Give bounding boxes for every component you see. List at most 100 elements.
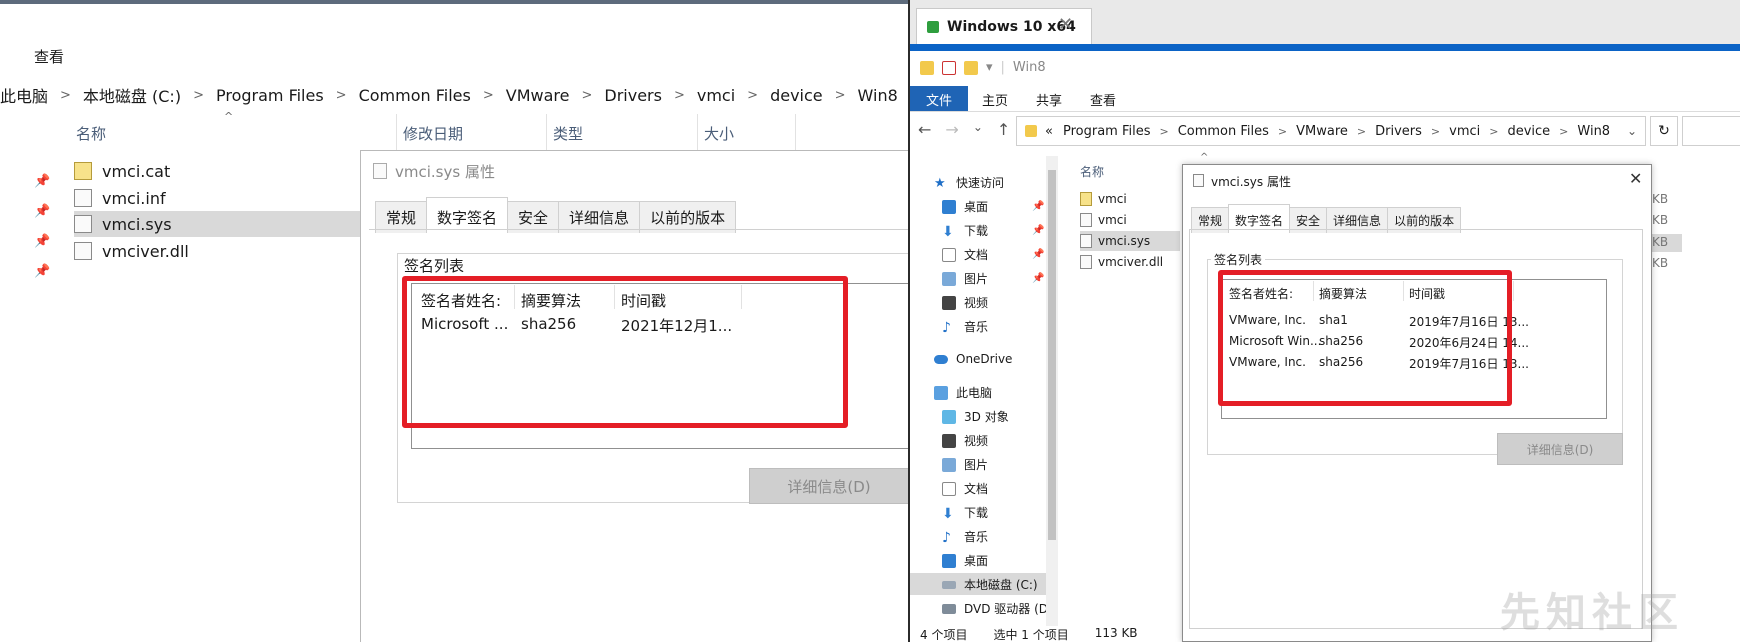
col-modified[interactable]: 修改日期 xyxy=(403,123,463,144)
pin-icon[interactable]: 📌 xyxy=(1032,273,1044,284)
crumb-win8[interactable]: Win8 xyxy=(1577,124,1610,139)
status-count: 4 个项目 xyxy=(920,628,968,642)
refresh-icon[interactable]: ↻ xyxy=(1650,116,1678,146)
crumb-drivers[interactable]: Drivers xyxy=(1375,124,1422,139)
address-prefix[interactable]: « xyxy=(1045,124,1053,139)
crumb-sep-icon: > xyxy=(1159,124,1169,138)
crumb-sep-icon: > xyxy=(834,87,846,103)
nav-pictures[interactable]: 图片 xyxy=(942,270,988,287)
system-file-icon xyxy=(1080,234,1092,248)
qat-separator: | xyxy=(1000,60,1005,75)
pin-icon[interactable]: 📌 xyxy=(34,264,50,279)
nav-label: 桌面 xyxy=(964,554,989,568)
file-row-selected[interactable]: vmci.sys xyxy=(74,211,364,237)
col-divider xyxy=(396,114,397,150)
crumb-vmci[interactable]: vmci xyxy=(697,86,735,105)
details-button[interactable]: 详细信息(D) xyxy=(1497,433,1623,465)
nav-quick-access[interactable]: ★ 快速访问 xyxy=(934,174,1004,191)
crumb-common-files[interactable]: Common Files xyxy=(1178,124,1269,139)
file-row[interactable]: vmci xyxy=(1080,210,1170,230)
pin-icon[interactable]: 📌 xyxy=(1032,225,1044,236)
crumb-sep-icon: > xyxy=(193,87,204,103)
col-size[interactable]: 大小 xyxy=(704,123,734,144)
search-input[interactable] xyxy=(1682,116,1740,146)
chevron-down-icon[interactable]: ⌄ xyxy=(1627,124,1637,138)
crumb-thispc[interactable]: 此电脑 xyxy=(0,83,48,107)
crumb-sep-icon: > xyxy=(1356,124,1367,138)
crumb-common-files[interactable]: Common Files xyxy=(359,86,471,105)
nav-label: 3D 对象 xyxy=(964,410,1009,424)
nav-downloads-pc[interactable]: ⬇ 下载 xyxy=(942,504,988,522)
nav-label: 图片 xyxy=(964,272,989,286)
nav-videos-pc[interactable]: 视频 xyxy=(942,432,988,449)
crumb-device[interactable]: device xyxy=(770,86,823,105)
folder-icon[interactable] xyxy=(920,60,934,75)
nav-local-disk[interactable]: 本地磁盘 (C:) xyxy=(942,576,1038,593)
properties-icon[interactable] xyxy=(942,60,956,75)
crumb-program-files[interactable]: Program Files xyxy=(216,86,324,105)
nav-this-pc[interactable]: 此电脑 xyxy=(934,384,992,401)
file-row[interactable]: vmci xyxy=(1080,189,1170,209)
ribbon-file[interactable]: 文件 xyxy=(910,86,969,111)
address-bar[interactable]: 此电脑 > 本地磁盘 (C:) > Program Files > Common Fi… xyxy=(0,80,908,110)
address-bar[interactable]: « Program Files > Common Files > VMware > D… xyxy=(1016,116,1646,146)
nav-dvd-drive[interactable]: DVD 驱动器 (D xyxy=(942,600,1048,617)
nav-onedrive[interactable]: OneDrive xyxy=(934,352,1012,366)
picture-icon xyxy=(942,457,956,472)
nav-label: 下载 xyxy=(964,224,989,238)
nav-documents[interactable]: 文档 xyxy=(942,246,988,263)
crumb-sep-icon: > xyxy=(1559,124,1569,138)
close-icon[interactable]: ✕ xyxy=(1629,169,1642,188)
recent-icon[interactable]: ⌄ xyxy=(973,120,983,139)
ribbon-home[interactable]: 主页 xyxy=(968,86,1022,111)
crumb-sep-icon: > xyxy=(1277,124,1288,138)
col-name[interactable]: 名称 xyxy=(76,123,106,144)
crumb-vmware[interactable]: VMware xyxy=(1296,124,1348,139)
crumb-vmware[interactable]: VMware xyxy=(506,86,570,105)
nav-documents-pc[interactable]: 文档 xyxy=(942,480,988,497)
settings-file-icon xyxy=(74,189,92,207)
file-row[interactable]: vmciver.dll xyxy=(1080,252,1170,272)
nav-music-pc[interactable]: ♪ 音乐 xyxy=(942,528,988,546)
menu-view[interactable]: 查看 xyxy=(34,46,64,67)
qat-dropdown-icon[interactable]: ▾ xyxy=(986,60,993,75)
back-icon[interactable]: ← xyxy=(918,120,931,139)
nav-downloads[interactable]: ⬇ 下载 xyxy=(942,222,989,240)
pin-icon[interactable]: 📌 xyxy=(34,174,50,189)
nav-label: 图片 xyxy=(964,458,989,472)
file-row[interactable]: vmci.inf xyxy=(74,185,364,211)
tab-digital-signatures[interactable]: 数字签名 xyxy=(426,197,509,231)
nav-desktop-pc[interactable]: 桌面 xyxy=(942,552,988,569)
ribbon-share[interactable]: 共享 xyxy=(1022,86,1076,111)
crumb-vmci[interactable]: vmci xyxy=(1449,124,1480,139)
pin-icon[interactable]: 📌 xyxy=(1032,201,1044,212)
pin-icon[interactable]: 📌 xyxy=(34,234,50,249)
status-selected: 选中 1 个项目 xyxy=(993,628,1069,642)
crumb-localdisk[interactable]: 本地磁盘 (C:) xyxy=(83,83,181,107)
pin-icon[interactable]: 📌 xyxy=(34,204,50,219)
forward-icon[interactable]: → xyxy=(945,120,958,139)
nav-scrollbar-thumb[interactable] xyxy=(1048,170,1056,540)
nav-videos[interactable]: 视频 xyxy=(942,294,988,311)
crumb-program-files[interactable]: Program Files xyxy=(1063,124,1151,139)
nav-pictures-pc[interactable]: 图片 xyxy=(942,456,988,473)
crumb-drivers[interactable]: Drivers xyxy=(604,86,662,105)
file-row[interactable]: vmciver.dll xyxy=(74,238,364,264)
nav-3d-objects[interactable]: 3D 对象 xyxy=(942,408,1009,425)
details-button[interactable]: 详细信息(D) xyxy=(749,468,908,504)
nav-music[interactable]: ♪ 音乐 xyxy=(942,318,988,336)
up-icon[interactable]: ↑ xyxy=(997,120,1010,139)
crumb-device[interactable]: device xyxy=(1507,124,1550,139)
ribbon-view[interactable]: 查看 xyxy=(1076,86,1130,111)
dialog-title: vmci.sys 属性 xyxy=(395,163,495,181)
crumb-win8[interactable]: Win8 xyxy=(858,86,898,105)
col-divider xyxy=(795,114,796,150)
col-name[interactable]: 名称 xyxy=(1080,163,1104,180)
nav-desktop[interactable]: 桌面 xyxy=(942,198,988,215)
file-row[interactable]: vmci.cat xyxy=(74,158,364,184)
new-folder-icon[interactable] xyxy=(964,60,978,75)
col-type[interactable]: 类型 xyxy=(553,123,583,144)
pin-icon[interactable]: 📌 xyxy=(1032,249,1044,260)
file-row-selected[interactable]: vmci.sys xyxy=(1080,231,1180,251)
close-icon[interactable]: ✕ xyxy=(1058,14,1073,35)
